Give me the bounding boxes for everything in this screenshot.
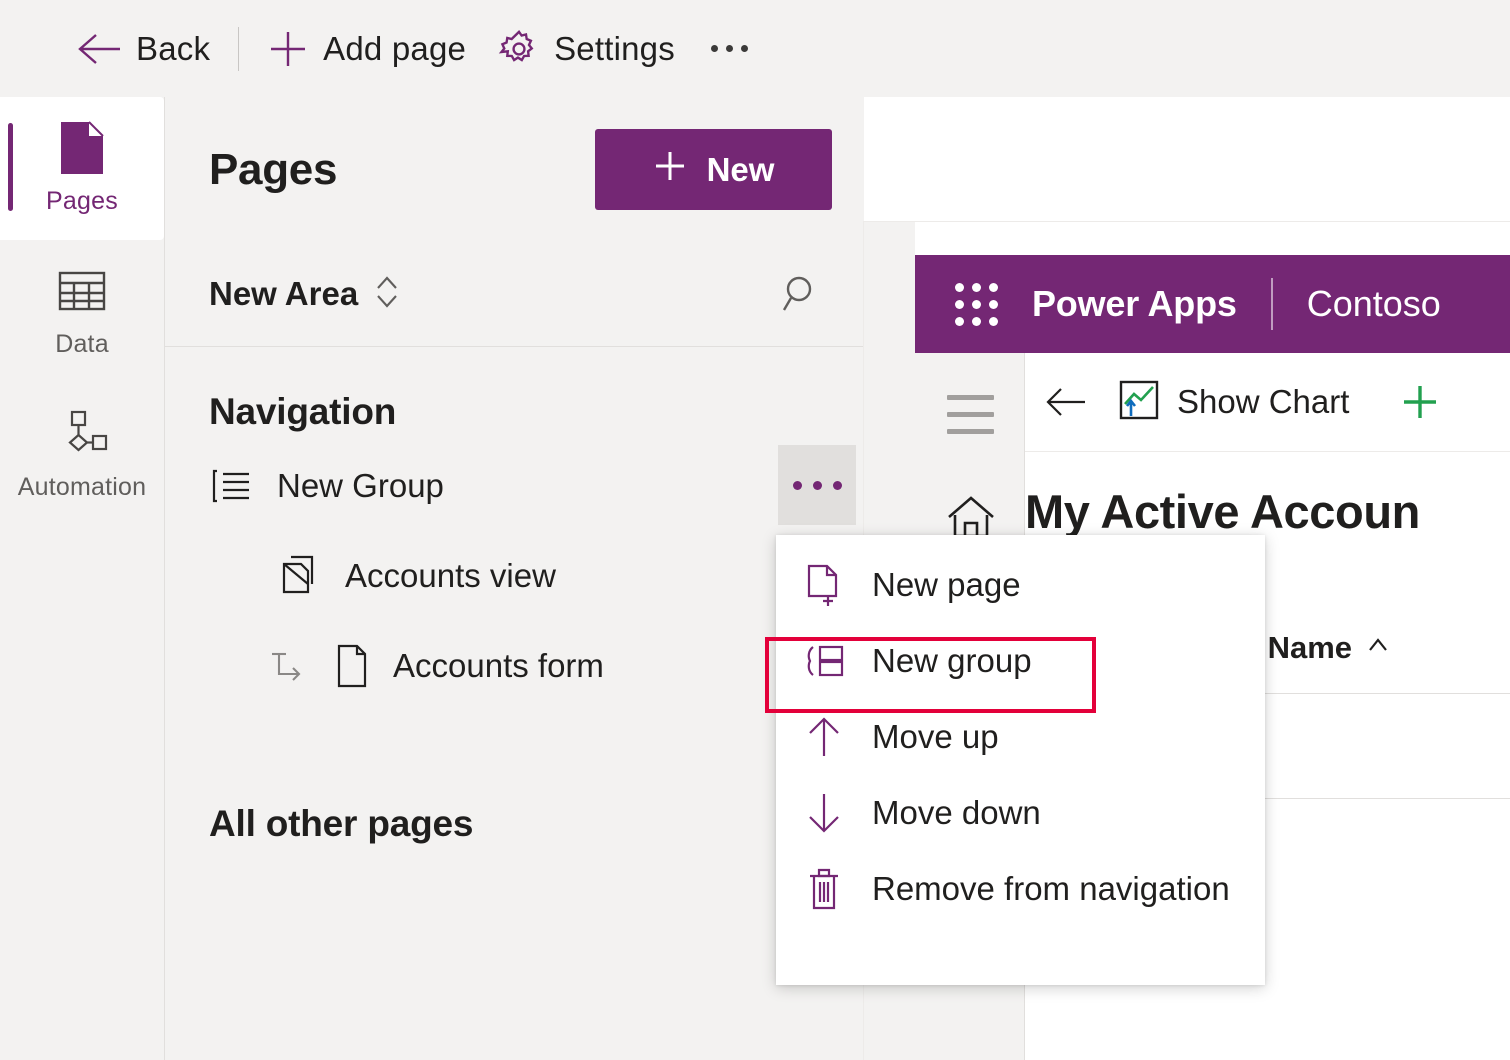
hamburger-line bbox=[947, 412, 994, 417]
page-title: Pages bbox=[209, 144, 338, 194]
new-page-button[interactable]: New bbox=[595, 129, 832, 210]
waffle-icon[interactable] bbox=[955, 282, 998, 326]
view-title: My Active Accoun bbox=[1025, 485, 1420, 538]
sidebar-item-data[interactable]: Data bbox=[0, 240, 164, 383]
menu-item-label: Remove from navigation bbox=[872, 870, 1230, 907]
org-name: Contoso bbox=[1306, 283, 1441, 324]
sidebar-item-label: Data bbox=[55, 330, 109, 358]
nav-tree-item-label: Accounts form bbox=[393, 647, 604, 684]
new-page-icon bbox=[802, 563, 846, 607]
add-page-button[interactable]: Add page bbox=[251, 21, 482, 77]
waffle-dot bbox=[955, 299, 964, 309]
search-icon[interactable] bbox=[780, 272, 824, 316]
sidebar-item-automation[interactable]: Automation bbox=[0, 383, 164, 526]
form-document-icon bbox=[329, 643, 375, 689]
powerapps-header: Power Apps Contoso bbox=[915, 255, 1510, 353]
sidebar-item-pages[interactable]: Pages bbox=[0, 97, 164, 240]
table-icon bbox=[57, 264, 107, 318]
back-button[interactable]: Back bbox=[60, 21, 226, 77]
menu-item-label: Move down bbox=[872, 794, 1041, 831]
hamburger-line bbox=[947, 429, 994, 434]
other-pages-heading: All other pages bbox=[209, 803, 474, 844]
chart-icon bbox=[1117, 378, 1161, 427]
command-bar-divider bbox=[238, 26, 240, 71]
page-icon bbox=[57, 121, 107, 175]
view-pages-icon bbox=[277, 554, 323, 598]
top-command-bar: Back Add page Settings bbox=[0, 0, 1510, 97]
child-arrow-icon bbox=[265, 646, 311, 686]
plus-icon bbox=[267, 22, 309, 76]
waffle-dot bbox=[989, 282, 998, 292]
plus-icon bbox=[653, 149, 687, 191]
menu-item-move-down[interactable]: Move down bbox=[776, 775, 1265, 851]
settings-button[interactable]: Settings bbox=[482, 21, 691, 77]
area-name: New Area bbox=[209, 275, 359, 312]
menu-item-remove-from-navigation[interactable]: Remove from navigation bbox=[776, 851, 1265, 927]
add-page-label: Add page bbox=[323, 29, 467, 67]
waffle-dot bbox=[989, 299, 998, 309]
sidebar-item-label: Pages bbox=[46, 187, 118, 215]
nav-tree-item-accounts-form[interactable]: Accounts form bbox=[165, 635, 864, 697]
waffle-dot bbox=[972, 316, 981, 326]
waffle-dot bbox=[972, 299, 981, 309]
settings-label: Settings bbox=[554, 29, 675, 67]
chevron-updown-icon bbox=[374, 271, 400, 318]
area-selector[interactable]: New Area bbox=[209, 271, 400, 318]
waffle-dot bbox=[955, 316, 964, 326]
pages-panel: Pages New New Area Navigation New Group … bbox=[164, 97, 864, 1060]
preview-command-bar: Show Chart bbox=[1025, 353, 1510, 452]
waffle-dot bbox=[989, 316, 998, 326]
menu-item-label: New page bbox=[872, 566, 1021, 603]
nav-tree-item-label: Accounts view bbox=[345, 557, 556, 594]
arrow-left-icon bbox=[76, 22, 122, 76]
waffle-dot bbox=[955, 282, 964, 292]
ellipsis-dot bbox=[832, 480, 842, 490]
ellipsis-dot bbox=[740, 45, 748, 52]
app-root: Back Add page Settings Pages Data Automa… bbox=[0, 0, 1510, 1060]
waffle-dot bbox=[972, 282, 981, 292]
preview-back-icon[interactable] bbox=[1045, 385, 1089, 419]
sidebar-item-label: Automation bbox=[17, 473, 147, 501]
menu-item-new-group[interactable]: New group bbox=[776, 623, 1265, 699]
menu-item-label: New group bbox=[872, 642, 1032, 679]
menu-item-new-page[interactable]: New page bbox=[776, 547, 1265, 623]
sort-caret-icon bbox=[1366, 636, 1390, 659]
navigation-heading: Navigation bbox=[209, 391, 397, 432]
nav-item-context-menu: New page New group Move up Move down Rem… bbox=[776, 535, 1265, 985]
nav-tree-item-label: New Group bbox=[277, 467, 444, 504]
arrow-down-icon bbox=[802, 791, 846, 835]
arrow-up-icon bbox=[802, 715, 846, 759]
new-group-icon bbox=[802, 641, 846, 681]
new-record-icon[interactable] bbox=[1399, 381, 1441, 423]
show-chart-button[interactable]: Show Chart bbox=[1117, 378, 1349, 427]
hamburger-icon[interactable] bbox=[947, 395, 994, 446]
nav-tree-item-accounts-view[interactable]: Accounts view bbox=[165, 545, 864, 607]
more-options-button[interactable] bbox=[691, 45, 768, 52]
area-selector-row: New Area bbox=[165, 242, 864, 347]
powerapps-brand[interactable]: Power Apps bbox=[1032, 283, 1237, 325]
group-list-icon bbox=[209, 466, 255, 506]
flow-icon bbox=[55, 407, 109, 461]
nav-tree-item-new-group[interactable]: New Group bbox=[165, 445, 864, 525]
ellipsis-dot bbox=[710, 45, 718, 52]
back-label: Back bbox=[136, 29, 211, 67]
pages-panel-header: Pages New bbox=[165, 97, 864, 242]
show-chart-label: Show Chart bbox=[1177, 383, 1350, 420]
new-button-label: New bbox=[706, 150, 775, 188]
left-rail: Pages Data Automation bbox=[0, 97, 164, 1060]
trash-icon bbox=[802, 866, 846, 912]
nav-item-more-button[interactable] bbox=[778, 445, 856, 525]
ellipsis-dot bbox=[792, 480, 802, 490]
gear-icon bbox=[498, 22, 540, 76]
hamburger-line bbox=[947, 395, 994, 400]
menu-item-move-up[interactable]: Move up bbox=[776, 699, 1265, 775]
ellipsis-dot bbox=[725, 45, 733, 52]
menu-item-label: Move up bbox=[872, 718, 999, 755]
ellipsis-dot bbox=[812, 480, 822, 490]
header-divider bbox=[1270, 278, 1273, 330]
